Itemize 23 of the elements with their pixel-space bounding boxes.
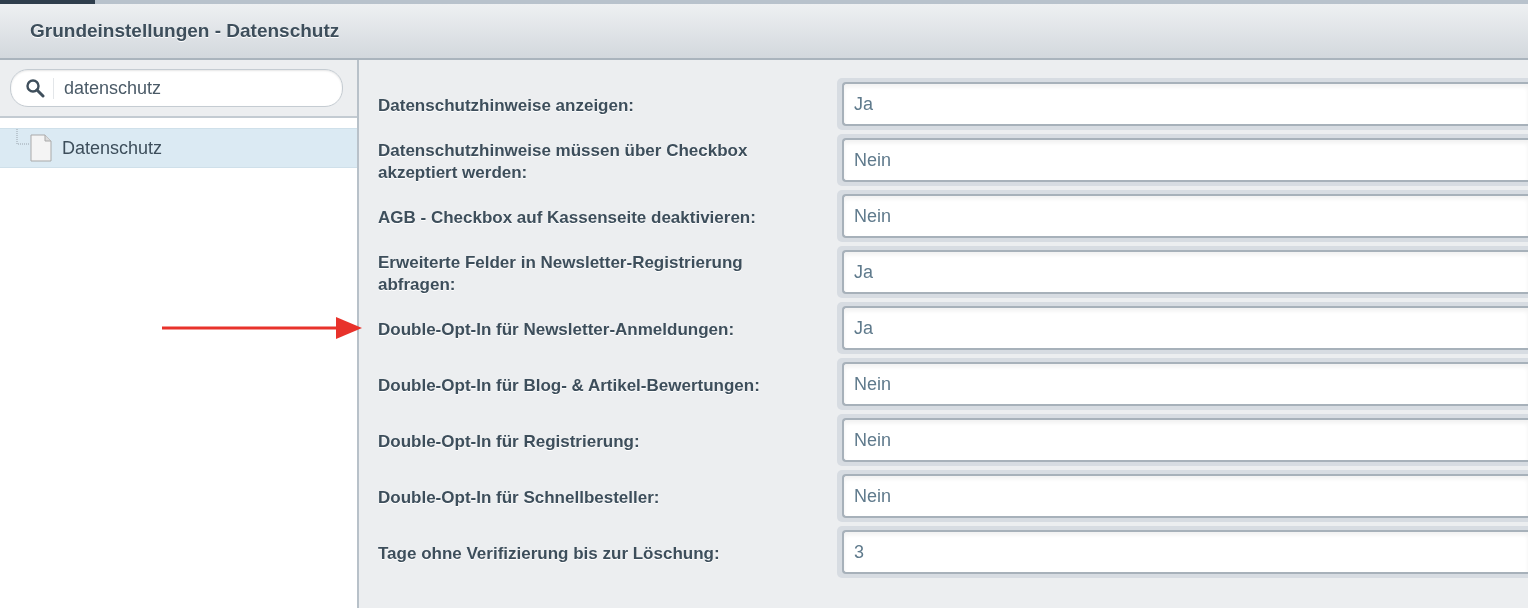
input-field[interactable]: Ja xyxy=(842,250,1528,294)
document-icon xyxy=(30,134,52,162)
setting-label: Datenschutzhinweise müssen über Checkbox akzeptiert werden: xyxy=(378,140,749,184)
setting-label: Double-Opt-In für Blog- & Artikel-Bewertungen: xyxy=(378,375,761,397)
search-field[interactable]: datenschutz xyxy=(10,69,343,107)
setting-label: Double-Opt-In für Newsletter-Anmeldungen: xyxy=(378,319,736,341)
setting-label: Tage ohne Verifizierung bis zur Löschung: xyxy=(378,543,721,565)
tree-item[interactable]: Datenschutz xyxy=(0,128,357,168)
setting-label: AGB - Checkbox auf Kassenseite deaktivieren: xyxy=(378,207,757,229)
search-icon xyxy=(25,78,45,98)
setting-label: Double-Opt-In für Schnellbesteller: xyxy=(378,487,661,509)
input-field[interactable]: Ja xyxy=(842,82,1528,126)
input-field[interactable]: Ja xyxy=(842,306,1528,350)
input-field[interactable]: Nein xyxy=(842,418,1528,462)
setting-label: Erweiterte Felder in Newsletter-Registrierung abfragen: xyxy=(378,252,744,296)
input-field[interactable]: 3 xyxy=(842,530,1528,574)
window-title: Grundeinstellungen - Datenschutz xyxy=(30,20,340,42)
input-field[interactable]: Nein xyxy=(842,362,1528,406)
input-field[interactable]: Nein xyxy=(842,474,1528,518)
setting-label: Datenschutzhinweise anzeigen: xyxy=(378,95,635,117)
input-field[interactable]: Nein xyxy=(842,138,1528,182)
input-field[interactable]: Nein xyxy=(842,194,1528,238)
setting-label: Double-Opt-In für Registrierung: xyxy=(378,431,641,453)
